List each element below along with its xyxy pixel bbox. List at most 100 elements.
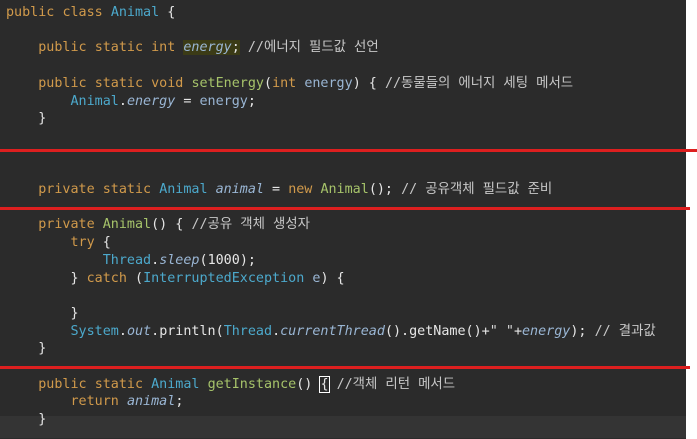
code-token: " " bbox=[489, 323, 514, 339]
separator-line bbox=[0, 207, 690, 210]
code-line[interactable]: public static int energy; //에너지 필드값 선언 bbox=[6, 39, 379, 57]
code-token: energy bbox=[126, 93, 176, 109]
current-line-highlight bbox=[0, 416, 686, 438]
code-token: energy bbox=[304, 75, 353, 91]
code-line[interactable]: } bbox=[6, 110, 46, 128]
code-line[interactable]: } bbox=[6, 340, 46, 358]
code-token: System bbox=[70, 323, 119, 339]
code-token: static bbox=[94, 75, 144, 91]
code-line[interactable]: try { bbox=[6, 234, 111, 252]
code-token: } bbox=[6, 111, 47, 127]
code-line[interactable]: } bbox=[6, 305, 79, 323]
code-token: } bbox=[6, 270, 87, 286]
code-line[interactable]: } bbox=[6, 411, 46, 429]
code-token: int bbox=[151, 40, 176, 56]
code-token: () { bbox=[151, 217, 192, 233]
code-token: //객체 리턴 메서드 bbox=[336, 376, 456, 392]
code-token: () bbox=[296, 376, 321, 392]
code-token: //에너지 필드값 선언 bbox=[247, 40, 379, 56]
code-token: Thread bbox=[102, 252, 152, 268]
separator-line bbox=[0, 149, 697, 152]
code-token: currentThread bbox=[280, 323, 385, 339]
code-token: { bbox=[94, 235, 111, 251]
code-token: + bbox=[513, 323, 522, 339]
code-token: } bbox=[6, 412, 47, 428]
code-token: Animal bbox=[151, 376, 200, 392]
code-token: public bbox=[38, 40, 87, 56]
code-token: ; bbox=[175, 394, 184, 410]
code-token: Animal bbox=[70, 93, 119, 109]
code-token: new bbox=[288, 182, 313, 197]
code-token: energy bbox=[199, 93, 248, 109]
code-token: { bbox=[159, 5, 176, 20]
code-line[interactable]: public static void setEnergy(int energy)… bbox=[6, 75, 573, 93]
code-line[interactable]: Thread.sleep(1000); bbox=[6, 252, 256, 270]
code-token: println( bbox=[159, 323, 224, 339]
code-token: ( bbox=[126, 270, 144, 286]
code-token: getInstance bbox=[207, 376, 297, 392]
code-line[interactable]: public static Animal getInstance() { //객… bbox=[6, 375, 456, 394]
code-token: . bbox=[272, 323, 281, 339]
code-token: Animal bbox=[102, 217, 152, 233]
code-token: Animal bbox=[320, 182, 369, 197]
code-token: // 결과값 bbox=[594, 323, 656, 339]
code-token: animal bbox=[126, 394, 176, 410]
code-editor[interactable]: public class Animal { public static int … bbox=[0, 0, 686, 439]
code-token: ); bbox=[570, 323, 595, 339]
code-token: ; bbox=[231, 40, 240, 56]
code-token: public bbox=[6, 5, 55, 20]
code-token: private bbox=[38, 182, 95, 197]
code-token: //공유 객체 생성자 bbox=[191, 217, 310, 233]
code-token: (); bbox=[368, 182, 402, 197]
code-token: static bbox=[102, 182, 152, 197]
code-token: . bbox=[151, 323, 160, 339]
code-token: catch bbox=[86, 270, 127, 286]
code-token: energy bbox=[183, 40, 232, 56]
code-token: static bbox=[94, 376, 144, 392]
code-token: { bbox=[319, 375, 330, 393]
separator-line bbox=[0, 366, 690, 369]
code-token: Animal bbox=[159, 182, 208, 197]
code-token: } bbox=[6, 341, 47, 357]
code-token: static bbox=[94, 40, 144, 56]
code-token: //동물들의 에너지 세팅 메서드 bbox=[384, 75, 574, 91]
code-token: return bbox=[70, 394, 119, 410]
code-token: } bbox=[6, 305, 79, 321]
code-token: = bbox=[264, 182, 289, 197]
code-token: Animal bbox=[110, 5, 160, 20]
code-line[interactable]: Animal.energy = energy; bbox=[6, 93, 256, 111]
code-token: void bbox=[151, 75, 184, 91]
code-token: InterruptedException bbox=[143, 270, 305, 286]
code-line[interactable]: private Animal() { //공유 객체 생성자 bbox=[6, 216, 310, 234]
code-line[interactable]: System.out.println(Thread.currentThread(… bbox=[6, 323, 656, 341]
code-token: ) { bbox=[352, 75, 385, 91]
code-line[interactable]: private static Animal animal = new Anima… bbox=[6, 181, 552, 199]
code-token: = bbox=[175, 93, 200, 109]
code-line[interactable]: } catch (InterruptedException e) { bbox=[6, 270, 344, 288]
code-token: out bbox=[126, 323, 152, 339]
code-token: private bbox=[38, 217, 95, 233]
code-token: Thread bbox=[223, 323, 273, 339]
code-line[interactable]: return animal; bbox=[6, 393, 184, 411]
code-line[interactable]: public class Animal { bbox=[6, 4, 175, 22]
